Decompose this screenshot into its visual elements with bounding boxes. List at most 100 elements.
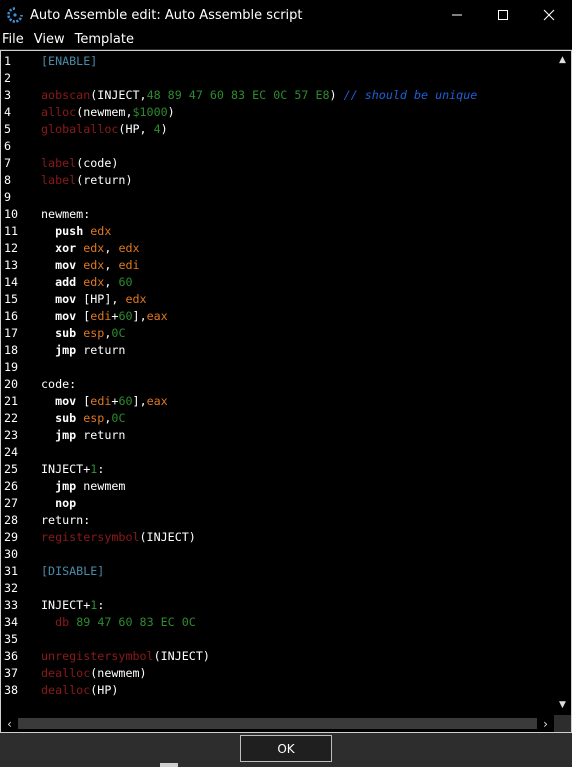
code-token: sub (55, 326, 84, 340)
line-number: 22 (4, 411, 19, 425)
code-line[interactable]: nop (41, 495, 76, 512)
scroll-left-icon[interactable]: ‹ (1, 715, 18, 732)
code-token: 0C (111, 326, 126, 340)
code-token: sub (55, 411, 84, 425)
menu-template[interactable]: Template (73, 32, 140, 47)
code-line[interactable]: push edx (41, 223, 111, 240)
line-number: 6 (4, 139, 12, 153)
code-token: registersymbol (41, 530, 140, 544)
code-line[interactable]: newmem: (41, 206, 90, 223)
code-line[interactable]: INJECT+1: (41, 461, 104, 478)
code-token: (return) (76, 173, 133, 187)
code-line[interactable]: globalalloc(HP, 4) (41, 121, 168, 138)
line-number: 25 (4, 462, 19, 476)
code-line[interactable]: mov edx, edi (41, 257, 139, 274)
code-line[interactable]: unregistersymbol(INJECT) (41, 648, 210, 665)
code-line[interactable]: dealloc(newmem) (41, 665, 147, 682)
code-token: edx (118, 241, 140, 255)
menu-view[interactable]: View (32, 32, 71, 47)
line-number: 3 (4, 88, 12, 102)
close-button[interactable] (526, 0, 572, 30)
maximize-button[interactable] (480, 0, 526, 30)
code-token: return (83, 428, 126, 442)
resize-grip[interactable] (160, 763, 178, 767)
code-line[interactable]: add edx, 60 (41, 274, 132, 291)
code-line[interactable]: mov [HP], edx (41, 291, 147, 308)
line-number: 27 (4, 496, 19, 510)
code-token: (HP, (118, 122, 154, 136)
code-token: edi (90, 394, 112, 408)
code-token: globalalloc (41, 122, 119, 136)
line-number: 14 (4, 275, 19, 289)
code-line[interactable]: dealloc(HP) (41, 682, 118, 699)
code-line[interactable]: INJECT+1: (41, 597, 104, 614)
code-line[interactable]: aobscan(INJECT,48 89 47 60 83 EC 0C 57 E… (41, 87, 477, 104)
code-line[interactable]: label(code) (41, 155, 118, 172)
code-token: label (41, 173, 77, 187)
horizontal-scroll-thumb[interactable] (18, 718, 537, 729)
code-token: edi (90, 309, 112, 323)
code-line[interactable]: code: (41, 376, 76, 393)
line-number: 2 (4, 71, 12, 85)
code-token: , (104, 258, 119, 272)
horizontal-scrollbar[interactable]: ‹ › (1, 715, 554, 732)
code-line[interactable]: registersymbol(INJECT) (41, 529, 196, 546)
code-line[interactable]: sub esp,0C (41, 410, 125, 427)
line-number: 31 (4, 564, 19, 578)
code-area[interactable]: [ENABLE] aobscan(INJECT,48 89 47 60 83 EC… (39, 51, 553, 713)
line-number: 37 (4, 666, 19, 680)
scroll-up-icon[interactable]: ▲ (554, 51, 571, 68)
minimize-button[interactable] (434, 0, 480, 30)
menu-file[interactable]: File (0, 32, 30, 47)
code-line[interactable]: xor edx, edx (41, 240, 140, 257)
code-token: add (55, 275, 84, 289)
code-line[interactable]: mov [edi+60],eax (41, 308, 168, 325)
code-token: [DISABLE] (41, 564, 105, 578)
code-token: 60 (118, 309, 133, 323)
scroll-down-icon[interactable]: ▼ (554, 696, 571, 713)
ok-button[interactable]: OK (240, 735, 332, 762)
code-line[interactable]: jmp return (41, 427, 125, 444)
code-token: (INJECT, (90, 88, 147, 102)
code-line[interactable]: sub esp,0C (41, 325, 125, 342)
code-token: [ENABLE] (41, 54, 98, 68)
code-token: jmp (55, 343, 84, 357)
scrollbar-corner (554, 715, 571, 732)
code-token: db (55, 615, 77, 629)
code-line[interactable]: [ENABLE] (41, 53, 97, 70)
scroll-right-icon[interactable]: › (537, 715, 554, 732)
code-line[interactable]: mov [edi+60],eax (41, 393, 168, 410)
line-number: 28 (4, 513, 19, 527)
code-token: (newmem, (76, 105, 133, 119)
code-line[interactable]: alloc(newmem,$1000) (41, 104, 175, 121)
code-token: , (104, 275, 119, 289)
code-token: ) (160, 122, 168, 136)
script-editor[interactable]: 1 2 3 4 5 6 7 8 9 10 11 12 13 14 15 16 17 18 19 20 21 22 23 24 2… (0, 50, 572, 733)
code-token: dealloc (41, 683, 91, 697)
code-line[interactable]: jmp return (41, 342, 125, 359)
code-line[interactable]: jmp newmem (41, 478, 125, 495)
code-token: unregistersymbol (41, 649, 154, 663)
code-line[interactable]: label(return) (41, 172, 132, 189)
line-number: 35 (4, 632, 19, 646)
code-token: [HP], (83, 292, 126, 306)
code-token: mov (55, 309, 84, 323)
code-token: edx (83, 241, 105, 255)
code-line[interactable]: [DISABLE] (41, 563, 104, 580)
code-token: $1000 (132, 105, 168, 119)
line-number: 26 (4, 479, 19, 493)
line-number: 19 (4, 360, 19, 374)
cheat-engine-icon[interactable] (0, 0, 30, 30)
vertical-scrollbar[interactable]: ▲ ▼ (554, 51, 571, 713)
code-token: (code) (76, 156, 119, 170)
code-line[interactable]: db 89 47 60 83 EC 0C (41, 614, 196, 631)
code-token: edx (83, 258, 105, 272)
code-line[interactable]: return: (41, 512, 90, 529)
code-token: (HP) (90, 683, 119, 697)
code-token: INJECT+ (41, 598, 91, 612)
